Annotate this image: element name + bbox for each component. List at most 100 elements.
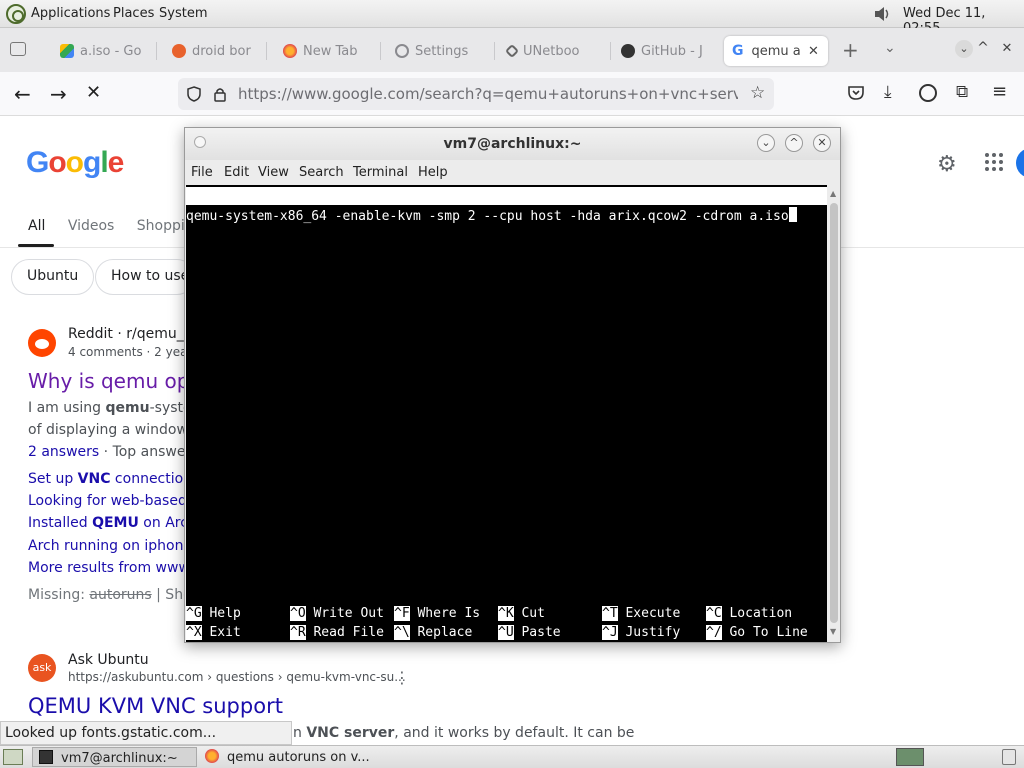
places-menu[interactable]: Places <box>113 6 154 21</box>
menu-help[interactable]: Help <box>418 165 448 180</box>
sitelink[interactable]: Set up VNC connection <box>28 471 192 487</box>
shortcut-read-file: ^R Read File <box>290 625 384 640</box>
sitelink[interactable]: Looking for web-based <box>28 493 187 509</box>
terminal-scrollbar[interactable]: ▲ ▼ <box>828 185 840 642</box>
back-arrow-icon[interactable]: ← <box>14 82 31 106</box>
more-options-icon[interactable]: ⋮ <box>394 668 410 687</box>
menu-search[interactable]: Search <box>299 165 344 180</box>
menu-view[interactable]: View <box>258 165 289 180</box>
tool-icon <box>504 43 520 59</box>
taskbar-firefox[interactable]: qemu autoruns on v... <box>199 747 389 767</box>
result-meta: https://askubuntu.com › questions › qemu… <box>68 670 406 684</box>
window-close-button[interactable]: ✕ <box>998 40 1016 58</box>
sitelink[interactable]: Arch running on iphone <box>28 538 192 554</box>
window-maximize-button[interactable]: ^ <box>974 40 992 58</box>
tab-new-tab[interactable]: New Tab <box>283 36 373 66</box>
workspace-switcher[interactable] <box>896 748 924 766</box>
result-source[interactable]: Reddit · r/qemu_k <box>68 326 192 342</box>
navigation-bar: ← → ✕ https://www.google.com/search?q=qe… <box>0 72 1024 116</box>
distro-logo-icon[interactable] <box>6 4 26 24</box>
result-source[interactable]: Ask Ubuntu <box>68 652 149 668</box>
show-desktop-icon[interactable] <box>3 749 23 765</box>
google-logo[interactable]: Google <box>26 146 124 180</box>
lock-icon[interactable] <box>212 86 228 102</box>
answers-link[interactable]: 2 answers <box>28 444 99 460</box>
settings-gear-icon[interactable]: ⚙ <box>937 152 957 177</box>
tab-separator <box>610 42 611 60</box>
google-drive-icon <box>60 44 74 58</box>
scroll-up-arrow-icon[interactable]: ▲ <box>830 189 836 198</box>
result-title[interactable]: QEMU KVM VNC support <box>28 694 283 718</box>
tab-qemu-search[interactable]: G qemu a ✕ <box>724 36 828 66</box>
shortcut-where-is: ^F Where Is <box>394 606 481 621</box>
bookmark-star-icon[interactable]: ☆ <box>750 83 765 103</box>
extensions-icon[interactable]: ⧉ <box>956 82 968 102</box>
minimize-icon[interactable]: ⌄ <box>757 134 775 152</box>
tab-github[interactable]: GitHub - J <box>621 36 717 66</box>
shortcut-justify: ^J Justify <box>602 625 681 640</box>
shortcut-location: ^C Location <box>706 606 793 621</box>
bottom-taskbar: vm7@archlinux:~ qemu autoruns on v... <box>0 745 1024 768</box>
firefox-icon <box>205 749 219 763</box>
tab-title: UNetboo <box>523 43 580 59</box>
result-snippet: I am using qemu-system <box>28 400 206 416</box>
pocket-icon[interactable] <box>847 84 865 102</box>
apps-grid-icon[interactable] <box>985 153 1005 173</box>
terminal-screen[interactable]: GNU nano 8.2 qemu.sh qemu-system-x86_64 … <box>186 185 827 642</box>
tab-overview-icon[interactable] <box>10 42 26 56</box>
avatar[interactable] <box>1016 148 1024 178</box>
account-icon[interactable] <box>919 84 937 102</box>
status-hover-text: Looked up fonts.gstatic.com... <box>0 721 292 745</box>
tab-separator <box>494 42 495 60</box>
terminal-icon <box>39 750 53 764</box>
shortcut-replace: ^\ Replace <box>394 625 473 640</box>
close-icon[interactable]: ✕ <box>813 134 831 152</box>
tab-settings[interactable]: Settings <box>395 36 485 66</box>
url-text[interactable]: https://www.google.com/search?q=qemu+aut… <box>238 85 738 103</box>
tab-unetbootin[interactable]: UNetboo <box>504 36 603 66</box>
url-bar[interactable]: https://www.google.com/search?q=qemu+aut… <box>178 78 774 110</box>
forward-arrow-icon[interactable]: → <box>50 82 67 106</box>
scrollbar-thumb[interactable] <box>830 203 838 623</box>
shortcut-write-out: ^O Write Out <box>290 606 384 621</box>
top-panel: Applications Places System Wed Dec 11, 0… <box>0 0 1024 36</box>
downloads-icon[interactable]: ⤓ <box>884 82 892 102</box>
terminal-titlebar[interactable]: vm7@archlinux:~ ⌄ ^ ✕ <box>185 128 840 160</box>
editor-line[interactable]: qemu-system-x86_64 -enable-kvm -smp 2 --… <box>186 207 797 226</box>
search-tab-all[interactable]: All <box>28 218 45 234</box>
tab-separator <box>266 42 267 60</box>
chip-ubuntu[interactable]: Ubuntu <box>11 259 95 295</box>
shortcut-execute: ^T Execute <box>602 606 681 621</box>
menu-file[interactable]: File <box>191 165 213 180</box>
browser-tab-strip: a.iso - Go droid bor New Tab Settings UN… <box>0 28 1024 72</box>
result-snippet: of displaying a window. <box>28 422 192 438</box>
shield-icon[interactable] <box>186 86 202 102</box>
sitelink[interactable]: More results from www <box>28 560 190 576</box>
menu-edit[interactable]: Edit <box>224 165 249 180</box>
trash-icon[interactable] <box>1002 749 1016 765</box>
terminal-window[interactable]: vm7@archlinux:~ ⌄ ^ ✕ File Edit View Sea… <box>184 127 841 643</box>
tab-close-icon[interactable]: ✕ <box>808 44 819 59</box>
new-tab-button[interactable]: + <box>842 38 859 62</box>
taskbar-terminal[interactable]: vm7@archlinux:~ <box>32 747 197 767</box>
tab-list-chevron-down-icon[interactable]: ⌄ <box>884 40 896 56</box>
tab-google-drive[interactable]: a.iso - Go <box>60 36 146 66</box>
maximize-icon[interactable]: ^ <box>785 134 803 152</box>
scroll-down-arrow-icon[interactable]: ▼ <box>830 627 836 636</box>
menu-terminal[interactable]: Terminal <box>353 165 408 180</box>
droid-icon <box>172 44 186 58</box>
chip-how-to-use[interactable]: How to use <box>95 259 195 295</box>
tab-title: a.iso - Go <box>80 43 142 59</box>
tab-droid[interactable]: droid bor <box>172 36 258 66</box>
result-title[interactable]: Why is qemu op <box>28 369 189 393</box>
app-menu-icon[interactable]: ≡ <box>992 81 1007 102</box>
gear-icon <box>395 44 409 58</box>
stop-loading-icon[interactable]: ✕ <box>86 82 101 103</box>
reddit-icon <box>28 329 56 357</box>
sitelink[interactable]: Installed QEMU on Arch <box>28 515 197 531</box>
window-minimize-button[interactable]: ⌄ <box>955 40 973 58</box>
search-tab-videos[interactable]: Videos <box>68 218 115 234</box>
volume-icon[interactable] <box>873 5 891 23</box>
applications-menu[interactable]: Applications <box>31 6 110 21</box>
system-menu[interactable]: System <box>159 6 207 21</box>
